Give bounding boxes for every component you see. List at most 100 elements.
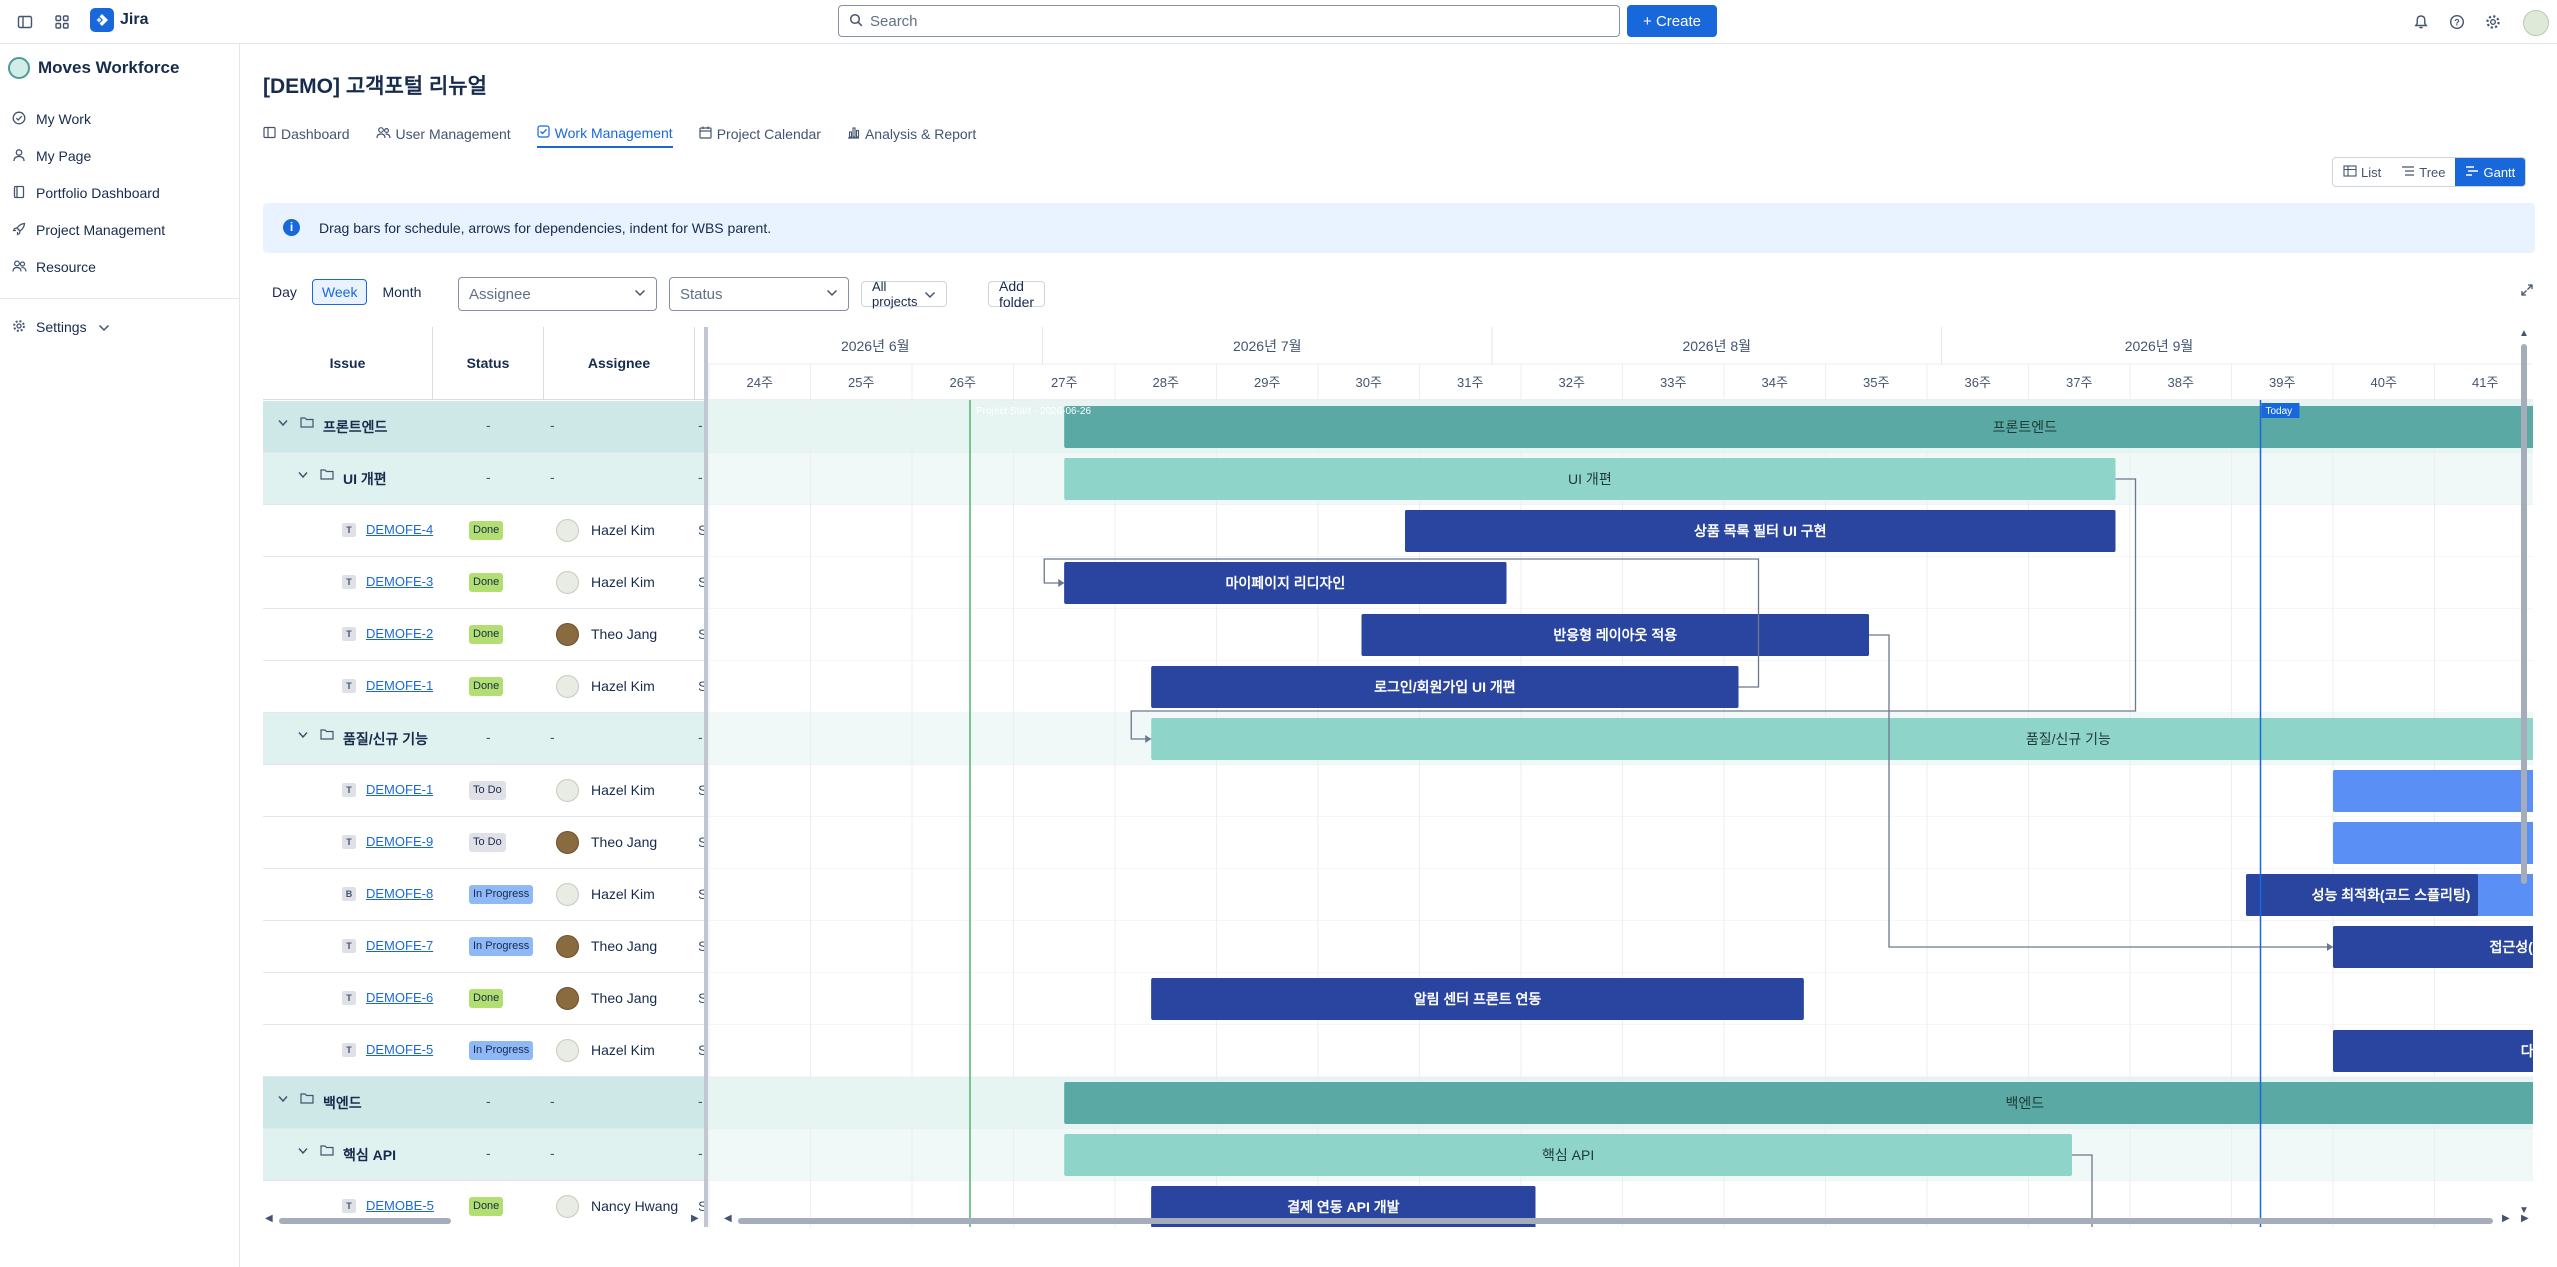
collapse-caret-icon[interactable] bbox=[278, 1094, 288, 1106]
user-avatar[interactable] bbox=[2523, 10, 2549, 36]
app-switcher-icon[interactable] bbox=[50, 10, 74, 34]
tab-work-management[interactable]: Work Management bbox=[536, 120, 673, 148]
workspace-name[interactable]: Moves Workforce bbox=[38, 58, 179, 78]
table-horizontal-scrollbar[interactable]: ◀ ▶ bbox=[263, 1213, 703, 1227]
collapse-caret-icon[interactable] bbox=[298, 730, 308, 742]
folder-name[interactable]: 핵심 API bbox=[343, 1145, 396, 1165]
scroll-right-arrow-icon[interactable]: ▶ bbox=[2502, 1213, 2510, 1224]
folder-name[interactable]: UI 개편 bbox=[343, 469, 387, 489]
scrollbar-thumb[interactable] bbox=[279, 1218, 451, 1224]
status-badge[interactable]: In Progress bbox=[469, 1041, 534, 1060]
folder-row[interactable]: 백엔드 - - - bbox=[263, 1077, 706, 1129]
scroll-up-arrow-icon[interactable]: ▲ bbox=[2519, 328, 2529, 339]
view-tree-button[interactable]: Tree bbox=[2391, 158, 2455, 186]
column-divider[interactable] bbox=[694, 327, 695, 400]
scale-day-button[interactable]: Day bbox=[263, 279, 306, 305]
folder-name[interactable]: 품질/신규 기능 bbox=[343, 729, 428, 749]
app-name[interactable]: Jira bbox=[120, 11, 148, 29]
scrollbar-thumb[interactable] bbox=[2521, 344, 2527, 884]
sidebar-item-project-management[interactable]: Project Management bbox=[8, 215, 232, 245]
subfolder-row[interactable]: UI 개편 - - - bbox=[263, 453, 706, 505]
gantt-bar[interactable] bbox=[1151, 718, 2533, 760]
add-folder-button[interactable]: Add folder bbox=[988, 278, 1046, 310]
table-row[interactable]: T DEMOFE-9 To Do Theo Jang S bbox=[263, 817, 706, 869]
status-badge[interactable]: Done bbox=[469, 989, 504, 1008]
create-button[interactable]: + Create bbox=[1627, 5, 1717, 37]
status-badge[interactable]: Done bbox=[469, 677, 504, 696]
issue-key-link[interactable]: DEMOBE-5 bbox=[366, 1198, 434, 1213]
status-dropdown[interactable]: Status bbox=[669, 277, 849, 311]
table-row[interactable]: T DEMOFE-6 Done Theo Jang S bbox=[263, 973, 706, 1025]
all-projects-dropdown[interactable]: All projects bbox=[861, 279, 947, 309]
table-row[interactable]: T DEMOFE-1 To Do Hazel Kim S bbox=[263, 765, 706, 817]
issue-key-link[interactable]: DEMOFE-7 bbox=[366, 938, 433, 953]
scale-week-button[interactable]: Week bbox=[311, 279, 368, 305]
issue-key-link[interactable]: DEMOFE-1 bbox=[366, 678, 433, 693]
view-gantt-button[interactable]: Gantt bbox=[2455, 158, 2526, 186]
notifications-bell-icon[interactable] bbox=[2409, 10, 2433, 34]
expand-fullscreen-icon[interactable] bbox=[2520, 283, 2534, 300]
issue-key-link[interactable]: DEMOFE-3 bbox=[366, 574, 433, 589]
status-badge[interactable]: To Do bbox=[469, 781, 506, 800]
status-badge[interactable]: Done bbox=[469, 625, 504, 644]
assignee-dropdown[interactable]: Assignee bbox=[458, 277, 657, 311]
table-row[interactable]: T DEMOFE-4 Done Hazel Kim S bbox=[263, 505, 706, 557]
view-list-button[interactable]: List bbox=[2333, 158, 2391, 186]
issue-key-link[interactable]: DEMOFE-2 bbox=[366, 626, 433, 641]
scroll-left-arrow-icon[interactable]: ◀ bbox=[265, 1213, 273, 1224]
gantt-bar[interactable] bbox=[1064, 1082, 2533, 1124]
status-badge[interactable]: Done bbox=[469, 521, 504, 540]
collapse-caret-icon[interactable] bbox=[298, 1146, 308, 1158]
gantt-horizontal-scrollbar[interactable]: ◀ ▶ ▶ bbox=[722, 1213, 2533, 1227]
sidebar-item-resource[interactable]: Resource bbox=[8, 252, 232, 282]
issue-key-link[interactable]: DEMOFE-1 bbox=[366, 782, 433, 797]
issue-key-link[interactable]: DEMOFE-6 bbox=[366, 990, 433, 1005]
scroll-down-arrow-icon[interactable]: ▼ bbox=[2519, 1205, 2529, 1216]
status-badge[interactable]: To Do bbox=[469, 833, 506, 852]
scrollbar-thumb[interactable] bbox=[738, 1218, 2493, 1224]
folder-name[interactable]: 프론트엔드 bbox=[323, 417, 387, 437]
status-badge[interactable]: In Progress bbox=[469, 885, 534, 904]
sidebar-item-settings[interactable]: Settings bbox=[8, 312, 232, 342]
jira-logo-icon[interactable] bbox=[90, 8, 114, 32]
sidebar-item-my-work[interactable]: My Work bbox=[8, 104, 232, 134]
scale-month-button[interactable]: Month bbox=[373, 279, 430, 305]
scroll-left-arrow-icon[interactable]: ◀ bbox=[724, 1213, 732, 1224]
column-header-assignee[interactable]: Assignee bbox=[544, 355, 694, 371]
gantt-bar-track[interactable] bbox=[2333, 770, 2533, 812]
collapse-caret-icon[interactable] bbox=[278, 418, 288, 430]
search-field[interactable] bbox=[838, 5, 1620, 37]
scroll-right-arrow-icon[interactable]: ▶ bbox=[691, 1213, 699, 1224]
table-row[interactable]: T DEMOFE-1 Done Hazel Kim S bbox=[263, 661, 706, 713]
status-badge[interactable]: Done bbox=[469, 573, 504, 592]
collapse-caret-icon[interactable] bbox=[298, 470, 308, 482]
column-header-issue[interactable]: Issue bbox=[263, 355, 432, 371]
status-badge[interactable]: Done bbox=[469, 1197, 504, 1216]
settings-gear-icon[interactable] bbox=[2481, 10, 2505, 34]
tab-project-calendar[interactable]: Project Calendar bbox=[699, 120, 821, 148]
folder-row[interactable]: 프론트엔드 - - - bbox=[263, 401, 706, 453]
folder-name[interactable]: 백엔드 bbox=[323, 1093, 362, 1113]
tab-analysis-report[interactable]: Analysis & Report bbox=[847, 120, 976, 148]
sidebar-item-my-page[interactable]: My Page bbox=[8, 141, 232, 171]
tab-dashboard[interactable]: Dashboard bbox=[263, 120, 350, 148]
table-row[interactable]: B DEMOFE-8 In Progress Hazel Kim S bbox=[263, 869, 706, 921]
table-row[interactable]: T DEMOFE-5 In Progress Hazel Kim S bbox=[263, 1025, 706, 1077]
issue-key-link[interactable]: DEMOFE-9 bbox=[366, 834, 433, 849]
gantt-vertical-scrollbar[interactable]: ▲ ▼ bbox=[2519, 328, 2529, 1216]
table-row[interactable]: T DEMOFE-7 In Progress Theo Jang S bbox=[263, 921, 706, 973]
help-icon[interactable]: ? bbox=[2445, 10, 2469, 34]
sidebar-item-portfolio-dashboard[interactable]: Portfolio Dashboard bbox=[8, 178, 232, 208]
tab-user-management[interactable]: User Management bbox=[375, 120, 511, 148]
table-row[interactable]: T DEMOFE-2 Done Theo Jang S bbox=[263, 609, 706, 661]
status-badge[interactable]: In Progress bbox=[469, 937, 534, 956]
gantt-bar[interactable] bbox=[2333, 1030, 2533, 1072]
table-row[interactable]: T DEMOFE-3 Done Hazel Kim S bbox=[263, 557, 706, 609]
issue-key-link[interactable]: DEMOFE-5 bbox=[366, 1042, 433, 1057]
issue-key-link[interactable]: DEMOFE-4 bbox=[366, 522, 433, 537]
issue-key-link[interactable]: DEMOFE-8 bbox=[366, 886, 433, 901]
gantt-bar[interactable] bbox=[1064, 406, 2533, 448]
search-input[interactable] bbox=[870, 11, 1570, 31]
subfolder-row[interactable]: 품질/신규 기능 - - - bbox=[263, 713, 706, 765]
column-header-status[interactable]: Status bbox=[433, 355, 543, 371]
